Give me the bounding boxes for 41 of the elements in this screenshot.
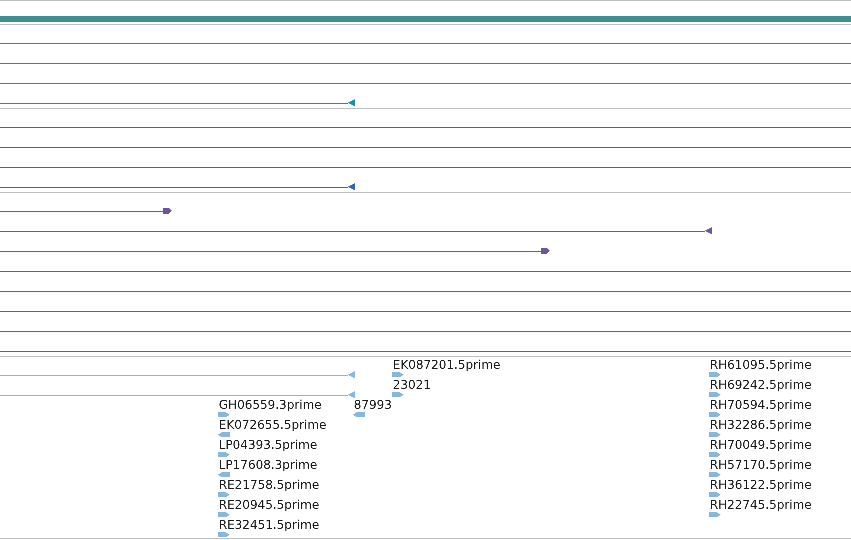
feature-label: RH36122.5prime	[710, 478, 812, 492]
feature-line[interactable]	[0, 184, 355, 190]
feature-glyph[interactable]	[709, 372, 721, 378]
feature-line[interactable]	[0, 100, 355, 106]
feature-line[interactable]	[0, 248, 550, 254]
feature-label: RH69242.5prime	[710, 378, 812, 392]
feature-glyph[interactable]	[218, 432, 230, 438]
feature-glyph[interactable]	[353, 412, 365, 418]
feature-glyph[interactable]	[709, 452, 721, 458]
feature-label: RE21758.5prime	[219, 478, 320, 492]
feature-label: RH70594.5prime	[710, 398, 812, 412]
feature-glyph[interactable]	[218, 472, 230, 478]
feature-glyph[interactable]	[709, 512, 721, 518]
feature-glyph[interactable]	[218, 532, 230, 538]
feature-label: RE32451.5prime	[219, 518, 320, 532]
feature-glyph[interactable]	[218, 452, 230, 458]
feature-glyph[interactable]	[709, 472, 721, 478]
feature-label: 87993	[354, 398, 392, 412]
feature-glyph[interactable]	[709, 432, 721, 438]
feature-line[interactable]	[0, 228, 712, 234]
feature-label: EK087201.5prime	[393, 358, 501, 372]
feature-label: RH32286.5prime	[710, 418, 812, 432]
feature-glyph[interactable]	[218, 492, 230, 498]
feature-label: LP04393.5prime	[219, 438, 318, 452]
feature-glyph[interactable]	[392, 392, 404, 398]
feature-glyph[interactable]	[709, 412, 721, 418]
feature-label: RH70049.5prime	[710, 438, 812, 452]
feature-glyph[interactable]	[218, 412, 230, 418]
feature-line[interactable]	[0, 208, 172, 214]
feature-label: RH22745.5prime	[710, 498, 812, 512]
feature-label: RH61095.5prime	[710, 358, 812, 372]
feature-label: LP17608.3prime	[219, 458, 318, 472]
feature-label: RH57170.5prime	[710, 458, 812, 472]
feature-glyph[interactable]	[709, 392, 721, 398]
feature-label: GH06559.3prime	[219, 398, 322, 412]
feature-glyph[interactable]	[218, 512, 230, 518]
feature-glyph[interactable]	[392, 372, 404, 378]
feature-label: RE20945.5prime	[219, 498, 320, 512]
feature-label: EK072655.5prime	[219, 418, 327, 432]
feature-glyph[interactable]	[709, 492, 721, 498]
feature-label: 23021	[393, 378, 432, 392]
